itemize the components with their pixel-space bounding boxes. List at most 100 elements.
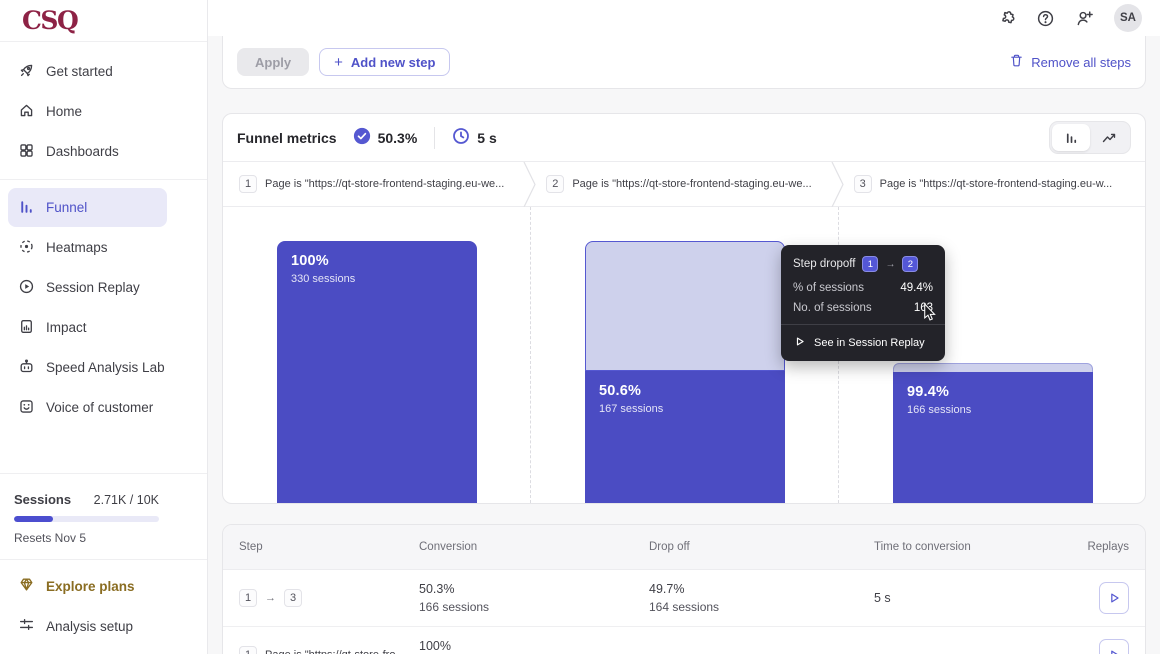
tooltip-title: Step dropoff	[793, 258, 855, 270]
see-in-session-replay-button[interactable]: See in Session Replay	[793, 333, 933, 352]
step-number-badge: 3	[284, 589, 302, 607]
remove-all-steps-button[interactable]: Remove all steps	[1009, 53, 1131, 71]
sidebar-item-label: Voice of customer	[46, 400, 153, 415]
dropoff-tooltip: Step dropoff 1 → 2 % of sessions 49.4% N…	[781, 245, 945, 361]
funnel-step-3[interactable]: 3 Page is "https://qt-store-frontend-sta…	[838, 162, 1145, 206]
brand-logo: CSQ	[22, 6, 77, 35]
conversion-metric: 50.3%	[353, 127, 418, 148]
table-row: 1 Page is "https://qt-store-fro... 100% …	[223, 627, 1145, 654]
usage-resets: Resets Nov 5	[14, 531, 159, 545]
see-in-session-replay-label: See in Session Replay	[814, 337, 925, 349]
funnel-chart-icon	[18, 198, 35, 218]
arrow-icon: →	[265, 592, 276, 604]
col-header-replays: Replays	[1069, 541, 1129, 553]
sidebar-item-heatmaps[interactable]: Heatmaps	[8, 228, 167, 267]
dropoff-pct: -	[649, 648, 874, 654]
sidebar-item-label: Get started	[46, 64, 113, 79]
funnel-bar-step-2[interactable]: 50.6% 167 sessions	[585, 371, 785, 503]
sidebar-item-analysis-setup[interactable]: Analysis setup	[0, 606, 207, 646]
funnel-step-1[interactable]: 1 Page is "https://qt-store-frontend-sta…	[223, 162, 530, 206]
add-new-step-label: Add new step	[351, 55, 436, 70]
home-icon	[18, 102, 35, 122]
rocket-icon	[18, 62, 35, 82]
sidebar-divider	[0, 559, 207, 560]
step-label: Page is "https://qt-store-frontend-stagi…	[880, 178, 1113, 190]
sidebar-item-home[interactable]: Home	[8, 92, 167, 131]
sidebar-spacer	[0, 428, 207, 465]
conversion-pct: 100%	[419, 639, 649, 653]
sidebar-item-dashboards[interactable]: Dashboards	[8, 132, 167, 171]
funnel-step-2[interactable]: 2 Page is "https://qt-store-frontend-sta…	[530, 162, 837, 206]
col-header-step: Step	[239, 541, 419, 553]
trend-view-button[interactable]	[1090, 124, 1128, 151]
trash-icon	[1009, 53, 1024, 71]
document-chart-icon	[18, 318, 35, 338]
col-header-conversion: Conversion	[419, 541, 649, 553]
sidebar-item-explore-plans[interactable]: Explore plans	[0, 566, 207, 606]
funnel-table-card: Step Conversion Drop off Time to convers…	[222, 524, 1146, 654]
funnel-steps-header: 1 Page is "https://qt-store-frontend-sta…	[223, 162, 1145, 207]
clock-icon	[452, 127, 470, 148]
sidebar-item-label: Speed Analysis Lab	[46, 360, 165, 375]
chevron-separator-icon	[831, 162, 845, 207]
mouse-cursor	[923, 303, 938, 327]
tooltip-row-label: % of sessions	[793, 282, 864, 294]
remove-all-steps-label: Remove all steps	[1031, 55, 1131, 70]
plus-icon: +	[334, 54, 343, 71]
add-new-step-button[interactable]: + Add new step	[319, 48, 450, 76]
sidebar-item-session-replay[interactable]: Session Replay	[8, 268, 167, 307]
bar-view-button[interactable]	[1052, 124, 1090, 151]
step-label: Page is "https://qt-store-frontend-stagi…	[265, 178, 504, 190]
funnel-bar-step-1[interactable]: 100% 330 sessions	[277, 241, 477, 503]
funnel-bar-step-3[interactable]: 99.4% 166 sessions	[893, 372, 1093, 503]
dropoff-sessions: 164 sessions	[649, 600, 874, 614]
sidebar-item-speed-analysis-lab[interactable]: Speed Analysis Lab	[8, 348, 167, 387]
sidebar-item-label: Impact	[46, 320, 87, 335]
step-label: Page is "https://qt-store-fro...	[265, 649, 405, 654]
sidebar-item-voice-of-customer[interactable]: Voice of customer	[8, 388, 167, 427]
col-header-time: Time to conversion	[874, 541, 1069, 553]
integrations-puzzle-icon[interactable]	[997, 9, 1016, 28]
gem-icon	[18, 576, 35, 596]
time-metric: 5 s	[452, 127, 496, 148]
step-number-badge: 1	[239, 175, 257, 193]
apply-button[interactable]: Apply	[237, 48, 309, 76]
sidebar-item-label: Heatmaps	[46, 240, 108, 255]
funnel-dropoff-step-2[interactable]	[585, 241, 785, 371]
time-metric-value: 5 s	[477, 130, 496, 146]
time-to-conversion: 5 s	[874, 591, 1069, 605]
conversion-metric-value: 50.3%	[378, 130, 418, 146]
sidebar-item-get-started[interactable]: Get started	[8, 52, 167, 91]
step-number-badge: 3	[854, 175, 872, 193]
table-row: 1 → 3 50.3% 166 sessions 49.7% 164 sessi…	[223, 570, 1145, 627]
sliders-icon	[18, 616, 35, 636]
bar-sessions: 167 sessions	[599, 403, 771, 415]
funnel-chart: 100% 330 sessions 50.6% 167 sessions	[223, 207, 1145, 503]
usage-progress-fill	[14, 516, 53, 522]
help-icon[interactable]	[1036, 9, 1055, 28]
invite-user-icon[interactable]	[1075, 9, 1094, 28]
sidebar-nav: Get started Home Dashboards Funnel Heatm…	[0, 42, 207, 428]
check-circle-icon	[353, 127, 371, 148]
dashboards-icon	[18, 142, 35, 162]
replay-button[interactable]	[1099, 582, 1129, 614]
step-number-badge: 1	[239, 589, 257, 607]
chart-view-toggle	[1049, 121, 1131, 154]
time-to-conversion: -	[874, 648, 1069, 654]
topbar: SA	[208, 0, 1160, 36]
sidebar-item-impact[interactable]: Impact	[8, 308, 167, 347]
conversion-sessions: 166 sessions	[419, 600, 649, 614]
avatar[interactable]: SA	[1114, 4, 1142, 32]
sidebar: CSQ Get started Home Dashboards Funnel	[0, 0, 208, 654]
chevron-separator-icon	[523, 162, 537, 207]
sidebar-item-funnel[interactable]: Funnel	[8, 188, 167, 227]
tooltip-row-label: No. of sessions	[793, 302, 872, 314]
step-number-badge: 1	[239, 646, 257, 654]
step-number-badge: 2	[546, 175, 564, 193]
replay-button[interactable]	[1099, 639, 1129, 654]
sidebar-item-label: Funnel	[46, 200, 87, 215]
sidebar-item-label: Analysis setup	[46, 619, 133, 634]
steps-toolbar-card: Apply + Add new step Remove all steps	[222, 36, 1146, 89]
usage-label: Sessions	[14, 492, 71, 507]
column-divider	[530, 207, 531, 503]
